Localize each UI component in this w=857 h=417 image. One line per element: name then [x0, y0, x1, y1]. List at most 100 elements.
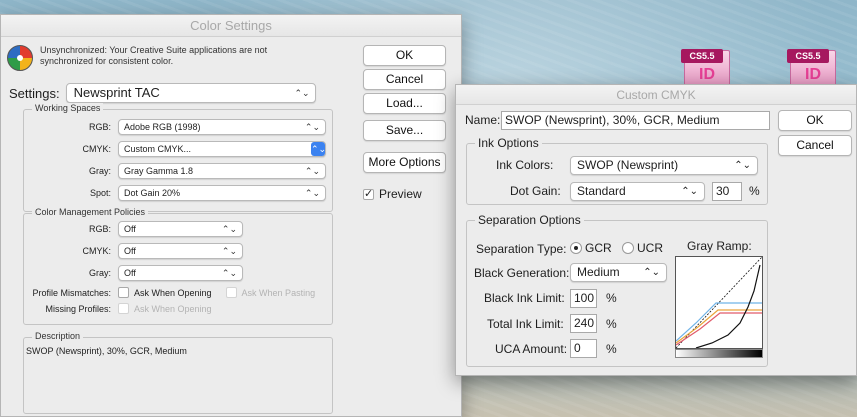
select-value: Off: [124, 268, 136, 278]
gray-working-select[interactable]: Gray Gamma 1.8 ⌃⌄: [118, 163, 326, 179]
dot-gain-label: Dot Gain:: [510, 184, 561, 198]
settings-label: Settings:: [9, 85, 60, 101]
ask-when-pasting-checkbox[interactable]: [225, 287, 237, 298]
cmyk-policy-row: CMYK: Off ⌃⌄: [23, 243, 243, 259]
ask-when-opening-label: Ask When Opening: [134, 287, 212, 298]
chevron-updown-icon: ⌃⌄: [681, 186, 698, 197]
cmyk-label: CMYK:: [82, 144, 111, 154]
select-value: Off: [124, 246, 136, 256]
ink-colors-select[interactable]: SWOP (Newsprint) ⌃⌄: [570, 156, 758, 175]
rgb-policy-label: RGB:: [88, 224, 111, 234]
chevron-updown-icon: ⌃⌄: [643, 267, 660, 278]
gray-ramp-graph: [675, 256, 763, 349]
select-value: Gray Gamma 1.8: [124, 166, 194, 176]
custom-cmyk-dialog: Custom CMYK Name: SWOP (Newsprint), 30%,…: [455, 84, 857, 376]
group-title: Working Spaces: [32, 103, 104, 113]
icon-version-tag: CS5.5: [681, 49, 723, 63]
gray-policy-select[interactable]: Off ⌃⌄: [118, 265, 243, 281]
indesign-desktop-icon[interactable]: CS5.5 ID: [681, 49, 730, 86]
spot-working-row: Spot: Dot Gain 20% ⌃⌄: [23, 185, 326, 201]
ask-when-pasting-label: Ask When Pasting: [241, 287, 316, 298]
name-label: Name:: [465, 113, 501, 127]
icon-letter: ID: [699, 66, 715, 83]
missing-ask-opening-label: Ask When Opening: [134, 303, 212, 314]
load-button[interactable]: Load...: [363, 93, 446, 114]
dialog-title: Custom CMYK: [456, 85, 856, 105]
uca-amount-input[interactable]: 0: [570, 339, 597, 358]
rgb-policy-row: RGB: Off ⌃⌄: [23, 221, 243, 237]
total-ink-limit-input[interactable]: 240: [570, 314, 597, 333]
sync-message: Unsynchronized: Your Creative Suite appl…: [40, 45, 268, 66]
cmyk-working-select[interactable]: Custom CMYK... ⌃⌄: [118, 141, 326, 157]
ucr-radio[interactable]: [622, 242, 634, 254]
ask-when-opening-checkbox[interactable]: [118, 287, 129, 298]
chevron-updown-icon: ⌃⌄: [221, 268, 237, 278]
select-value: Medium: [577, 265, 620, 279]
group-title: Ink Options: [475, 136, 542, 150]
rgb-working-select[interactable]: Adobe RGB (1998) ⌃⌄: [118, 119, 326, 135]
missing-profiles-row: Missing Profiles: Ask When Opening: [5, 303, 212, 314]
save-button[interactable]: Save...: [363, 120, 446, 141]
dot-gain-select[interactable]: Standard ⌃⌄: [570, 182, 705, 201]
black-curve: [695, 264, 761, 349]
gcr-label: GCR: [585, 241, 612, 255]
cancel-button[interactable]: Cancel: [778, 135, 852, 156]
cmyk-policy-select[interactable]: Off ⌃⌄: [118, 243, 243, 259]
gcr-radio-option[interactable]: GCR: [570, 241, 612, 255]
ink-colors-label: Ink Colors:: [496, 158, 554, 172]
rgb-label: RGB:: [88, 122, 111, 132]
spot-working-select[interactable]: Dot Gain 20% ⌃⌄: [118, 185, 326, 201]
dot-gain-percent-input[interactable]: 30: [712, 182, 742, 201]
black-ink-limit-label: Black Ink Limit:: [484, 291, 565, 305]
cmyk-policy-label: CMYK:: [82, 246, 111, 256]
yellow-curve: [675, 309, 762, 344]
rgb-policy-select[interactable]: Off ⌃⌄: [118, 221, 243, 237]
gray-working-row: Gray: Gray Gamma 1.8 ⌃⌄: [23, 163, 326, 179]
select-value: Custom CMYK...: [124, 144, 192, 154]
ok-button[interactable]: OK: [778, 110, 852, 131]
chevron-updown-icon: ⌃⌄: [221, 246, 237, 256]
percent-label: %: [606, 291, 617, 305]
color-settings-dialog: Color Settings Unsynchronized: Your Crea…: [0, 14, 462, 417]
rgb-working-row: RGB: Adobe RGB (1998) ⌃⌄: [23, 119, 326, 135]
missing-ask-opening-checkbox[interactable]: [118, 303, 129, 314]
black-ink-limit-input[interactable]: 100: [570, 289, 597, 308]
ucr-radio-option[interactable]: UCR: [622, 241, 663, 255]
settings-select[interactable]: Newsprint TAC ⌃⌄: [65, 83, 316, 103]
chevron-updown-icon: ⌃⌄: [734, 160, 751, 171]
chevron-updown-icon: ⌃⌄: [221, 224, 237, 234]
preview-label: Preview: [379, 187, 422, 201]
icon-letter: ID: [805, 66, 821, 83]
cyan-curve: [675, 302, 762, 342]
description-text: SWOP (Newsprint), 30%, GCR, Medium: [26, 346, 187, 356]
ok-button[interactable]: OK: [363, 45, 446, 66]
separation-type-label: Separation Type:: [476, 242, 567, 256]
gray-label: Gray:: [88, 166, 111, 176]
group-title: Separation Options: [475, 213, 584, 227]
icon-version-tag: CS5.5: [787, 49, 829, 63]
cmyk-working-row: CMYK: Custom CMYK... ⌃⌄: [23, 141, 326, 157]
percent-label: %: [749, 184, 760, 198]
chevron-updown-icon: ⌃⌄: [304, 166, 320, 176]
ucr-label: UCR: [637, 241, 663, 255]
indesign-desktop-icon[interactable]: CS5.5 ID: [787, 49, 836, 86]
total-ink-limit-label: Total Ink Limit:: [487, 317, 564, 331]
settings-select-value: Newsprint TAC: [73, 85, 160, 100]
settings-row: Settings: Newsprint TAC ⌃⌄: [9, 83, 316, 103]
missing-profiles-label: Missing Profiles:: [45, 303, 111, 314]
percent-label: %: [606, 317, 617, 331]
chevron-updown-icon: ⌃⌄: [311, 142, 327, 156]
chevron-updown-icon: ⌃⌄: [294, 88, 310, 98]
preview-row: Preview: [363, 187, 422, 201]
select-value: Dot Gain 20%: [124, 188, 181, 198]
black-generation-select[interactable]: Medium ⌃⌄: [570, 263, 667, 282]
more-options-button[interactable]: More Options: [363, 152, 446, 173]
chevron-updown-icon: ⌃⌄: [304, 122, 320, 132]
gcr-radio[interactable]: [570, 242, 582, 254]
select-value: Off: [124, 224, 136, 234]
select-value: Adobe RGB (1998): [124, 122, 201, 132]
select-value: Standard: [577, 184, 626, 198]
preview-checkbox[interactable]: [363, 187, 374, 200]
name-input[interactable]: SWOP (Newsprint), 30%, GCR, Medium: [501, 111, 770, 130]
cancel-button[interactable]: Cancel: [363, 69, 446, 90]
